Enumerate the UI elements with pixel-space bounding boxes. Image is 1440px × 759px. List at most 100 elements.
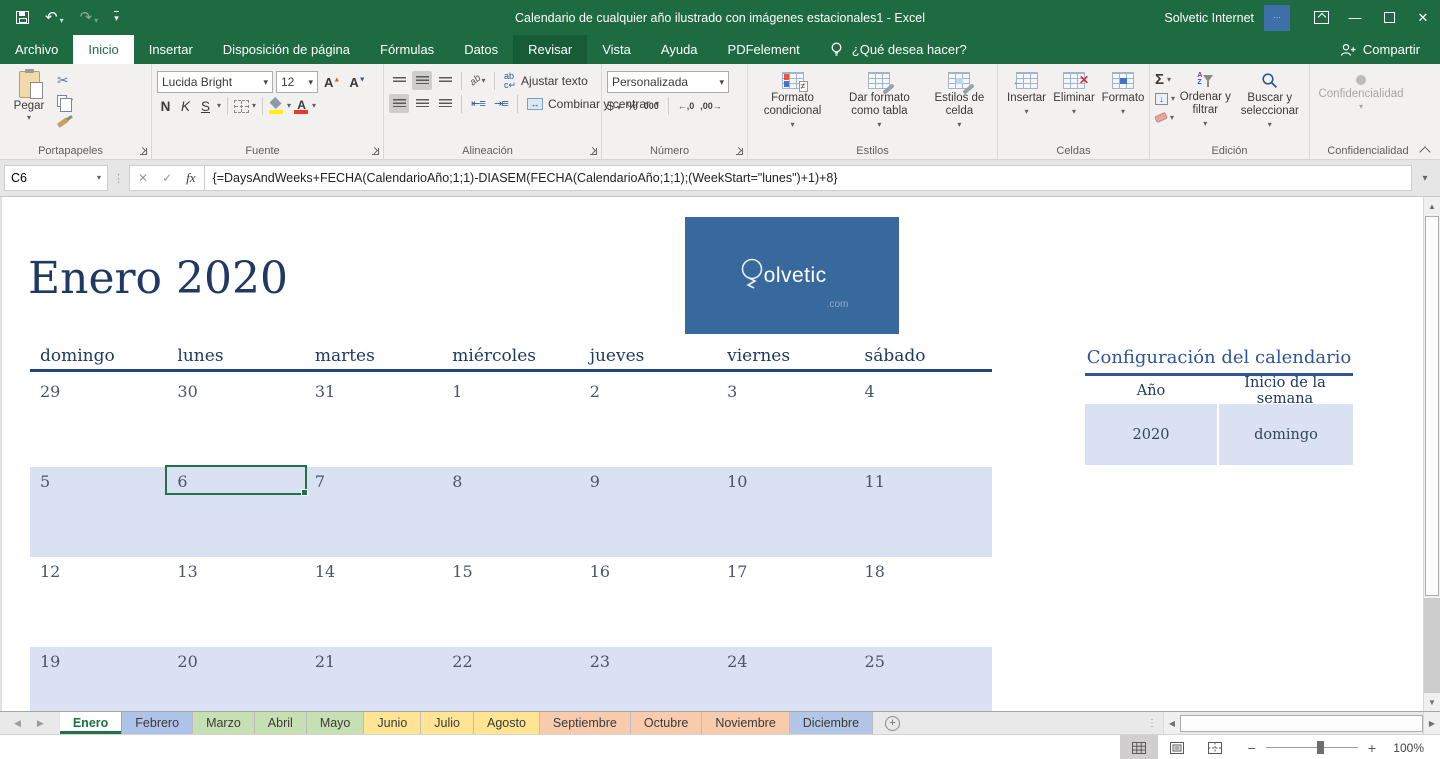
close-button[interactable]: ✕ bbox=[1406, 0, 1440, 35]
calendar-cell[interactable]: 4 bbox=[855, 377, 992, 467]
page-break-view-button[interactable] bbox=[1196, 735, 1234, 759]
menu-tab-formulas[interactable]: Fórmulas bbox=[365, 35, 449, 64]
calendar-cell[interactable]: 18 bbox=[855, 557, 992, 647]
font-name-select[interactable]: Lucida Bright ▾ bbox=[157, 71, 273, 93]
calendar-cell[interactable]: 29 bbox=[30, 377, 167, 467]
sheet-tab-junio[interactable]: Junio bbox=[364, 712, 422, 734]
sheet-tab-abril[interactable]: Abril bbox=[254, 712, 307, 734]
align-center-button[interactable] bbox=[412, 94, 432, 113]
increase-font-button[interactable]: A▲ bbox=[321, 75, 343, 90]
menu-tab-pdfelement[interactable]: PDFelement bbox=[713, 35, 815, 64]
increase-indent-button[interactable]: ⇥≡ bbox=[491, 94, 511, 113]
insert-function-icon[interactable]: fx bbox=[186, 170, 195, 186]
font-color-icon[interactable]: A bbox=[294, 98, 309, 114]
percent-format-button[interactable]: % bbox=[627, 99, 638, 113]
fill-color-icon[interactable] bbox=[269, 96, 284, 114]
menu-tab-insertar[interactable]: Insertar bbox=[134, 35, 208, 64]
ribbon-display-options-icon[interactable] bbox=[1304, 0, 1338, 35]
tab-split-handle[interactable]: ⋮ bbox=[1147, 718, 1157, 729]
zoom-level[interactable]: 100% bbox=[1386, 741, 1424, 755]
conditional-formatting-button[interactable]: ≠ Formato condicional ▾ bbox=[753, 69, 832, 141]
orientation-button[interactable]: ab ▾ bbox=[468, 71, 488, 90]
calendar-cell[interactable]: 17 bbox=[717, 557, 854, 647]
menu-tab-datos[interactable]: Datos bbox=[449, 35, 513, 64]
calendar-cell[interactable]: 15 bbox=[442, 557, 579, 647]
calendar-cell[interactable]: 11 bbox=[855, 467, 992, 557]
menu-tab-ayuda[interactable]: Ayuda bbox=[646, 35, 713, 64]
calendar-cell[interactable]: 31 bbox=[305, 377, 442, 467]
wrap-text-button[interactable]: ab c↵ Ajustar texto bbox=[501, 72, 591, 89]
calendar-cell[interactable]: 8 bbox=[442, 467, 579, 557]
maximize-button[interactable] bbox=[1372, 0, 1406, 35]
sheet-tab-febrero[interactable]: Febrero bbox=[122, 712, 194, 734]
decrease-font-button[interactable]: A▼ bbox=[346, 75, 368, 90]
formula-input[interactable]: {=DaysAndWeeks+FECHA(CalendarioAño;1;1)-… bbox=[204, 165, 1412, 191]
copy-button[interactable]: ▾ bbox=[55, 92, 75, 112]
collapse-ribbon-icon[interactable] bbox=[1421, 144, 1431, 154]
minimize-button[interactable]: — bbox=[1338, 0, 1372, 35]
calendar-cell[interactable]: 12 bbox=[30, 557, 167, 647]
horizontal-scrollbar[interactable]: ⋮ ◀ ▶ bbox=[1147, 712, 1440, 734]
scroll-up-icon[interactable]: ▲ bbox=[1424, 197, 1440, 215]
zoom-slider[interactable] bbox=[1265, 741, 1358, 754]
calendar-cell[interactable]: 6 bbox=[165, 465, 309, 557]
name-box[interactable]: C6 ▾ bbox=[4, 165, 108, 191]
share-button[interactable]: Compartir bbox=[1340, 35, 1440, 64]
align-top-button[interactable] bbox=[389, 71, 409, 90]
comma-format-button[interactable]: 000 bbox=[644, 101, 659, 111]
scroll-left-icon[interactable]: ◀ bbox=[1163, 712, 1180, 734]
zoom-slider-thumb[interactable] bbox=[1317, 741, 1325, 754]
autosum-button[interactable]: Σ ▾ bbox=[1155, 71, 1175, 88]
number-format-select[interactable]: Personalizada ▾ bbox=[607, 71, 729, 93]
vertical-scrollbar[interactable]: ▲ ▼ bbox=[1423, 197, 1440, 711]
cancel-entry-icon[interactable]: ✕ bbox=[138, 171, 148, 185]
menu-tab-inicio[interactable]: Inicio bbox=[73, 35, 134, 64]
font-size-select[interactable]: 12 ▾ bbox=[276, 71, 318, 93]
calendar-cell[interactable]: 10 bbox=[717, 467, 854, 557]
new-sheet-button[interactable]: + bbox=[873, 712, 912, 734]
normal-view-button[interactable] bbox=[1119, 735, 1158, 759]
dialog-launcher-icon[interactable] bbox=[590, 148, 597, 155]
zoom-out-button[interactable]: − bbox=[1248, 740, 1256, 756]
calendar-cell[interactable]: 7 bbox=[305, 467, 442, 557]
align-left-button[interactable] bbox=[389, 94, 409, 113]
sort-filter-button[interactable]: AZ Ordenar y filtrar ▾ bbox=[1175, 69, 1236, 141]
calendar-cell[interactable]: 3 bbox=[717, 377, 854, 467]
calendar-cell[interactable]: 13 bbox=[167, 557, 304, 647]
currency-format-button[interactable]: $ ▾ bbox=[607, 99, 621, 113]
customize-qat-icon[interactable]: ▾ bbox=[114, 11, 119, 24]
insert-cells-button[interactable]: ← Insertar ▾ bbox=[1003, 69, 1050, 141]
menu-tab-vista[interactable]: Vista bbox=[587, 35, 646, 64]
next-sheet-icon[interactable]: ▶ bbox=[37, 718, 44, 729]
zoom-in-button[interactable]: + bbox=[1368, 740, 1376, 756]
horizontal-scrollbar-thumb[interactable] bbox=[1180, 714, 1423, 732]
italic-button[interactable]: K bbox=[177, 99, 194, 114]
calendar-cell[interactable]: 2 bbox=[580, 377, 717, 467]
align-bottom-button[interactable] bbox=[435, 71, 455, 90]
dialog-launcher-icon[interactable] bbox=[372, 148, 379, 155]
format-as-table-button[interactable]: Dar formato como tabla ▾ bbox=[832, 69, 927, 141]
confirm-entry-icon[interactable]: ✓ bbox=[162, 171, 172, 185]
sheet-tab-mayo[interactable]: Mayo bbox=[306, 712, 365, 734]
fill-button[interactable]: ↓ ▾ bbox=[1155, 90, 1175, 107]
calendar-cell[interactable]: 5 bbox=[30, 467, 167, 557]
calendar-cell[interactable]: 14 bbox=[305, 557, 442, 647]
vertical-scrollbar-thumb[interactable] bbox=[1425, 216, 1439, 596]
account-name[interactable]: Solvetic Internet bbox=[1164, 11, 1254, 25]
find-select-button[interactable]: Buscar y seleccionar ▾ bbox=[1236, 69, 1304, 141]
clear-button[interactable]: ▾ bbox=[1154, 109, 1175, 126]
decrease-decimal-button[interactable]: ,00→ bbox=[700, 101, 722, 111]
calendar-cell[interactable]: 20 bbox=[167, 647, 304, 711]
calendar-cell[interactable]: 19 bbox=[30, 647, 167, 711]
sheet-tab-diciembre[interactable]: Diciembre bbox=[789, 712, 874, 734]
paste-button[interactable]: Pegar ▾ bbox=[5, 69, 53, 141]
cut-button[interactable]: ✂ bbox=[55, 71, 75, 89]
menu-tab-archivo[interactable]: Archivo bbox=[0, 35, 73, 64]
undo-button[interactable]: ↶ ▾ bbox=[45, 10, 64, 25]
sheet-tab-enero[interactable]: Enero bbox=[59, 712, 123, 734]
sheet-tab-marzo[interactable]: Marzo bbox=[193, 712, 255, 734]
sheet-tab-julio[interactable]: Julio bbox=[421, 712, 474, 734]
calendar-cell[interactable]: 23 bbox=[580, 647, 717, 711]
calendar-cell[interactable]: 24 bbox=[717, 647, 854, 711]
delete-cells-button[interactable]: ✕ Eliminar ▾ bbox=[1050, 69, 1098, 141]
